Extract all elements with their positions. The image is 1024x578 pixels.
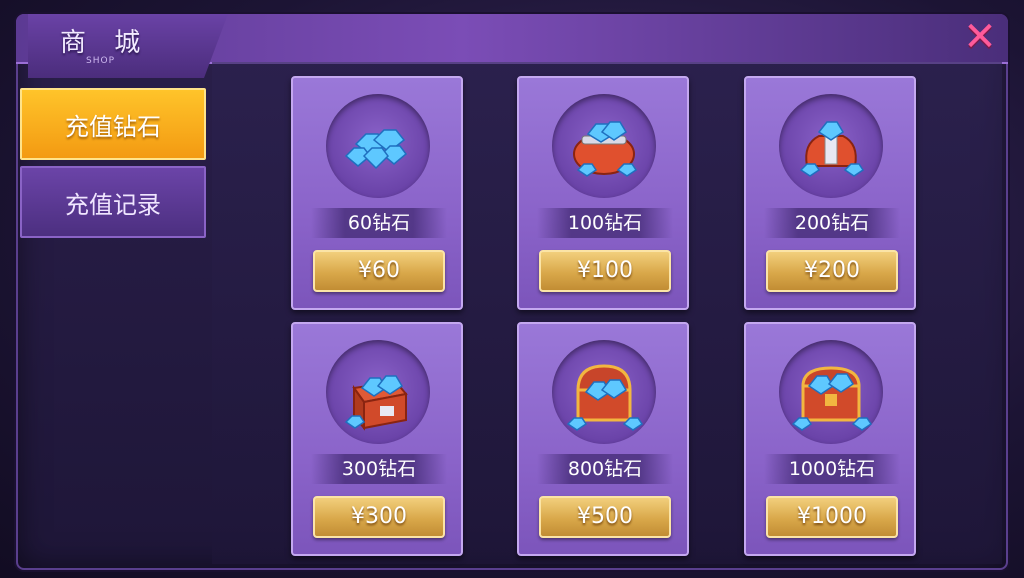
product-name: 60钻石 [311,208,447,238]
buy-button[interactable]: ¥200 [766,250,898,292]
buy-button[interactable]: ¥500 [539,496,671,538]
sidebar-item-recharge-diamonds[interactable]: 充值钻石 [20,88,206,160]
sidebar: 充值钻石 充值记录 [20,80,206,560]
buy-button[interactable]: ¥1000 [766,496,898,538]
buy-button[interactable]: ¥300 [313,496,445,538]
buy-button[interactable]: ¥100 [539,250,671,292]
product-name: 100钻石 [537,208,673,238]
product-card[interactable]: 800钻石 ¥500 [517,322,689,556]
product-card[interactable]: 1000钻石 ¥1000 [744,322,916,556]
sidebar-item-recharge-records[interactable]: 充值记录 [20,166,206,238]
product-name: 1000钻石 [764,454,900,484]
diamond-sack-icon [779,94,883,198]
product-card[interactable]: 60钻石 ¥60 [291,76,463,310]
diamond-box-icon [326,340,430,444]
product-card[interactable]: 100钻石 ¥100 [517,76,689,310]
product-card[interactable]: 200钻石 ¥200 [744,76,916,310]
buy-button[interactable]: ¥60 [313,250,445,292]
diamond-pile-icon [326,94,430,198]
close-icon[interactable]: ✕ [960,17,1000,57]
diamond-pouch-icon [552,94,656,198]
product-name: 300钻石 [311,454,447,484]
sidebar-item-label: 充值记录 [65,190,161,219]
page-title: 商 城 [60,28,151,58]
product-name: 200钻石 [764,208,900,238]
product-card[interactable]: 300钻石 ¥300 [291,322,463,556]
sidebar-item-label: 充值钻石 [65,112,161,141]
diamond-treasure-chest-icon [779,340,883,444]
product-name: 800钻石 [537,454,673,484]
diamond-chest-icon [552,340,656,444]
page-subtitle: SHOP [86,56,115,66]
